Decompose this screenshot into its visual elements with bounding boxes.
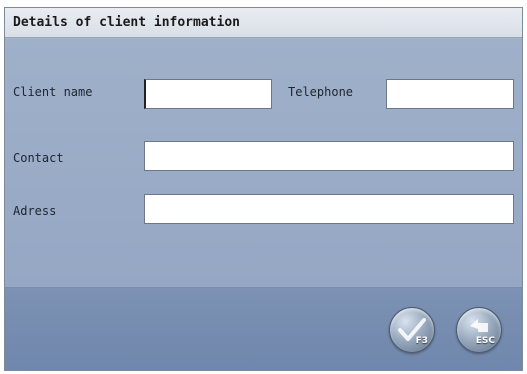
address-label: Adress	[13, 204, 57, 218]
telephone-input[interactable]	[386, 79, 514, 109]
title-bar: Details of client information	[5, 8, 522, 38]
button-bar: F3 ESC	[5, 287, 522, 370]
client-name-label: Client name	[13, 85, 93, 99]
escape-button[interactable]: ESC	[456, 307, 502, 353]
contact-input[interactable]	[144, 141, 514, 171]
address-input[interactable]	[144, 194, 514, 224]
client-form: Client name Telephone Contact Adress	[5, 39, 522, 287]
client-name-input[interactable]	[144, 79, 272, 109]
window-title: Details of client information	[13, 15, 240, 30]
client-details-window: Details of client information Client nam…	[4, 7, 523, 371]
escape-key-label: ESC	[475, 336, 495, 346]
contact-label: Contact	[13, 151, 64, 165]
telephone-label: Telephone	[288, 85, 354, 99]
confirm-f3-button[interactable]: F3	[389, 307, 435, 353]
confirm-key-label: F3	[415, 336, 428, 346]
